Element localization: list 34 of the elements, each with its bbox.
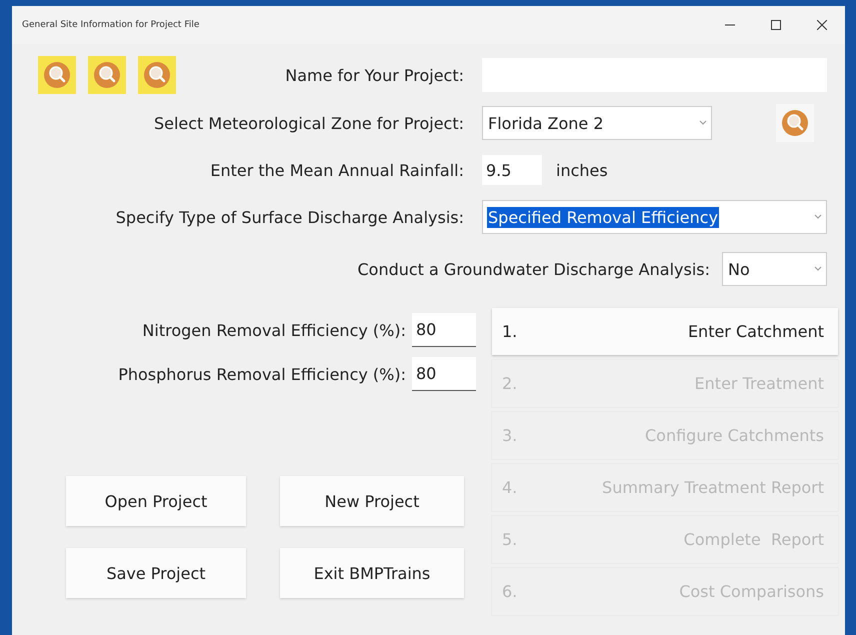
search-icon [43,61,71,89]
search-button[interactable] [38,56,76,94]
zone-dropdown[interactable]: Florida Zone 2 [482,106,712,140]
field-label: Name for Your Project: [284,66,465,84]
dropdown-caret-icon [699,120,707,126]
dropdown-caret-icon [814,266,822,272]
project-button[interactable]: Open Project [66,476,246,526]
efficiency-field[interactable]: 80 [412,313,476,347]
project-button[interactable]: New Project [280,476,464,526]
search-icon [93,61,121,89]
dropdown-caret-icon [814,214,822,220]
close-icon [817,20,827,30]
rainfall-field[interactable]: 9.5 [482,155,542,185]
maximize-icon [771,20,781,30]
field-label: Phosphorus Removal Efficiency (%): [117,364,407,384]
analysis-type-dropdown[interactable]: Specified Removal Efficiency [482,200,827,234]
search-button[interactable] [138,56,176,94]
field-label: Select Meteorological Zone for Project: [152,114,465,132]
field-label: Enter the Mean Annual Rainfall: [209,160,465,180]
efficiency-field[interactable]: 80 [412,357,476,391]
unit-label: inches [556,160,608,180]
field-label: Nitrogen Removal Efficiency (%): [141,320,407,340]
groundwater-dropdown[interactable]: No [722,252,827,286]
step-button[interactable]: 1. Enter Catchment [492,308,838,355]
search-icon [143,61,171,89]
search-button[interactable] [88,56,126,94]
field-label: Conduct a Groundwater Discharge Analysis: [356,260,711,278]
minimize-icon [725,24,735,26]
project-button[interactable]: Save Project [66,548,246,598]
field-label: Specify Type of Surface Discharge Analysis: [114,208,465,226]
window-title: General Site Information for Project File [22,20,200,30]
project-button[interactable]: Exit BMPTrains [280,548,464,598]
search-button[interactable] [776,104,814,142]
search-icon [781,109,809,137]
